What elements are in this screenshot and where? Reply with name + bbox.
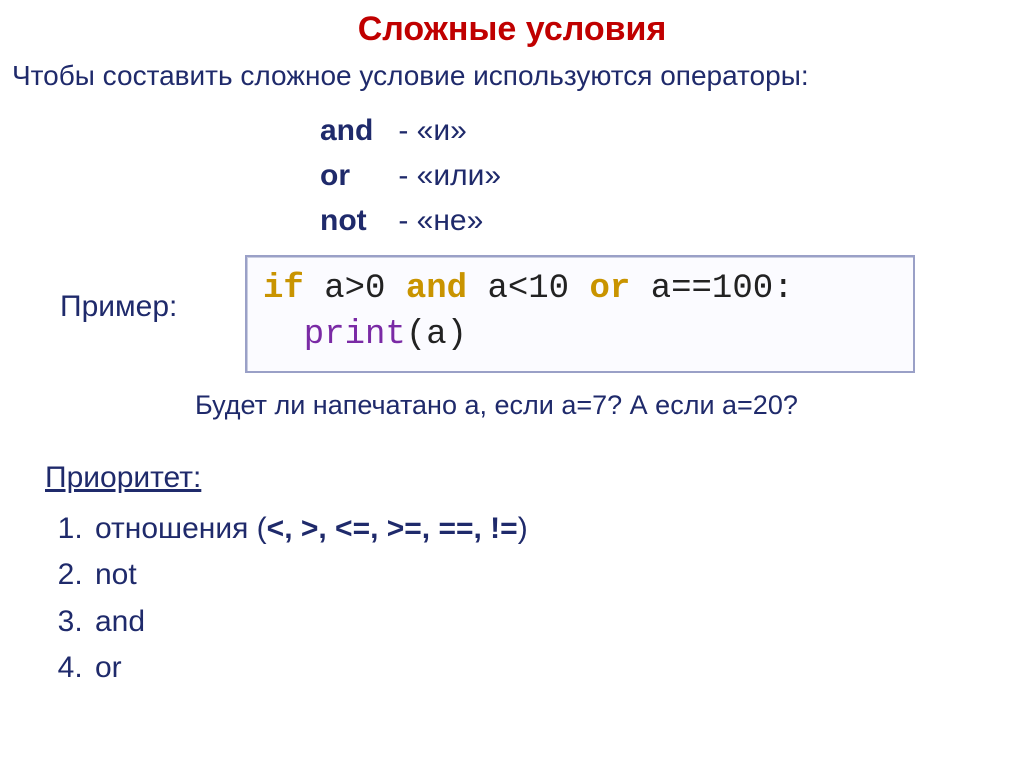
slide-title: Сложные условия <box>0 10 1024 49</box>
op-and-row: and - «и» <box>320 108 501 153</box>
priority-item-1-prefix: отношения ( <box>95 512 267 545</box>
priority-item-1-ops: <, >, <=, >=, ==, != <box>267 512 518 545</box>
priority-item-1: отношения (<, >, <=, >=, ==, !=) <box>91 506 528 553</box>
priority-item-2: not <box>91 552 528 599</box>
priority-item-1-suffix: ) <box>518 512 528 545</box>
code-or-keyword: or <box>589 270 630 308</box>
operator-list: and - «и» or - «или» not - «не» <box>320 108 501 243</box>
code-line-1: if a>0 and a<10 or a==100: <box>263 267 897 313</box>
code-print-fn: print <box>304 316 406 354</box>
code-if-keyword: if <box>263 270 304 308</box>
code-expr3: a==100: <box>630 270 793 308</box>
op-or-desc: - «или» <box>398 159 501 192</box>
code-expr1: a>0 <box>304 270 406 308</box>
op-not-row: not - «не» <box>320 198 501 243</box>
intro-text: Чтобы составить сложное условие использу… <box>12 60 809 92</box>
op-not-desc: - «не» <box>398 204 483 237</box>
priority-heading: Приоритет: <box>45 455 528 502</box>
op-or-row: or - «или» <box>320 153 501 198</box>
code-and-keyword: and <box>406 270 467 308</box>
op-or-keyword: or <box>320 153 390 198</box>
example-label: Пример: <box>60 290 177 324</box>
op-not-keyword: not <box>320 198 390 243</box>
priority-list: отношения (<, >, <=, >=, ==, !=) not and… <box>45 506 528 692</box>
op-and-keyword: and <box>320 108 390 153</box>
priority-block: Приоритет: отношения (<, >, <=, >=, ==, … <box>45 455 528 692</box>
code-print-args: (a) <box>406 316 467 354</box>
code-expr2: a<10 <box>467 270 589 308</box>
code-line-2: print(a) <box>263 313 897 359</box>
question-text: Будет ли напечатано а, если а=7? А если … <box>195 390 798 421</box>
op-and-desc: - «и» <box>398 114 466 147</box>
priority-item-4: or <box>91 645 528 692</box>
code-example: if a>0 and a<10 or a==100: print(a) <box>245 255 915 373</box>
priority-item-3: and <box>91 599 528 646</box>
